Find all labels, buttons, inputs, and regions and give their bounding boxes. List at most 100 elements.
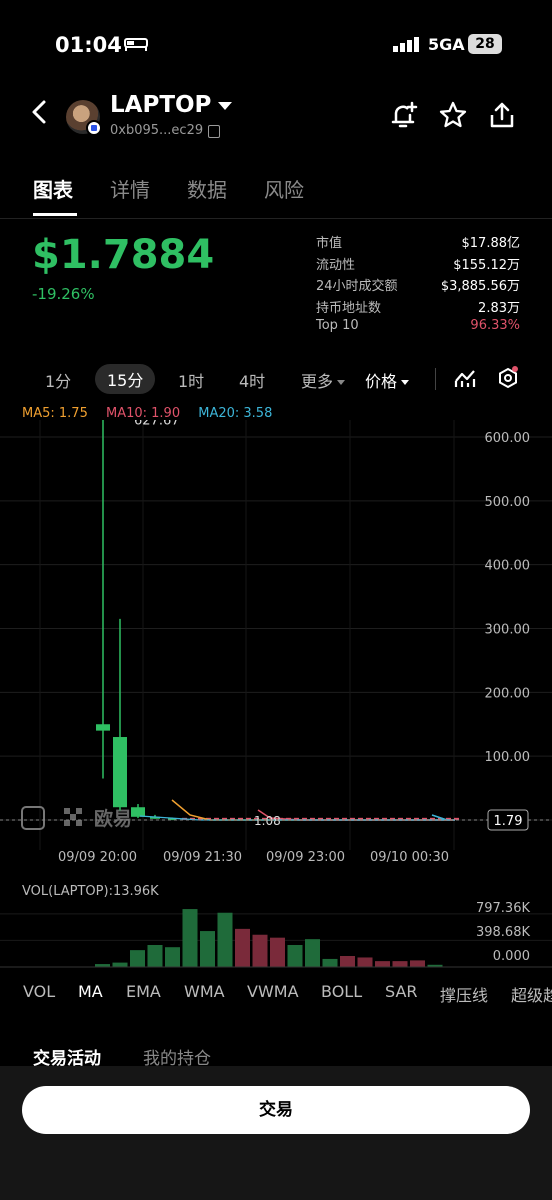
indicator-wma[interactable]: WMA xyxy=(184,982,225,1001)
token-stats: 市值 $17.88亿 流动性 $155.12万 24小时成交额 $3,885.56万 … xyxy=(316,232,520,340)
x-axis: 09/09 20:00 09/09 21:30 09/09 23:00 09/1… xyxy=(0,850,552,870)
volume-bar xyxy=(410,960,425,967)
ma5-value: MA5: 1.75 xyxy=(22,406,88,421)
stat-liquidity: 流动性 $155.12万 xyxy=(316,257,520,273)
indicator-sar[interactable]: SAR xyxy=(385,982,418,1001)
volume-bar xyxy=(235,928,250,967)
price-type-select[interactable]: 价格 xyxy=(365,368,410,392)
token-dropdown-icon[interactable] xyxy=(218,102,232,110)
ma-legend: MA5: 1.75 MA10: 1.90 MA20: 3.58 xyxy=(22,406,272,421)
favorite-star-icon[interactable] xyxy=(438,100,468,130)
indicator-boll[interactable]: BOLL xyxy=(321,982,362,1001)
current-price: $1.7884 xyxy=(32,232,215,278)
volume-bar xyxy=(182,909,198,967)
contract-address: 0xb095...ec29 xyxy=(110,123,204,138)
x-tick: 09/09 20:00 xyxy=(58,850,138,865)
high-price-label: 627.67 xyxy=(134,420,180,428)
interval-4h[interactable]: 4时 xyxy=(239,368,265,392)
indicator-tabs: VOL MA EMA WMA VWMA BOLL SAR 撑压线 超级趋 xyxy=(0,980,552,1010)
watermark-logo-block xyxy=(70,814,76,820)
status-bar: 01:04 5GA 28 xyxy=(0,30,552,60)
volume-chart[interactable]: 797.36K 398.68K 0.000 xyxy=(0,875,552,970)
volume-bar xyxy=(200,931,215,967)
price-alert-icon[interactable] xyxy=(388,100,418,130)
stat-top10: Top 10 96.33% xyxy=(316,318,520,333)
candle-body xyxy=(113,737,127,808)
volume-bar xyxy=(165,947,180,967)
token-header: LAPTOP 0xb095...ec29 xyxy=(0,90,552,140)
main-tabs: 图表 详情 数据 风险 xyxy=(0,168,552,219)
volume-bar xyxy=(147,945,163,967)
interval-more[interactable]: 更多 xyxy=(301,368,346,392)
x-tick: 09/09 21:30 xyxy=(163,850,243,865)
indicator-vol[interactable]: VOL xyxy=(23,982,55,1001)
okx-watermark: 欧易 xyxy=(21,806,132,830)
volume-bar xyxy=(305,939,320,967)
active-tab-indicator xyxy=(33,213,77,216)
back-arrow-icon[interactable] xyxy=(28,98,52,126)
indicator-ema[interactable]: EMA xyxy=(126,982,161,1001)
watermark-icon xyxy=(21,806,45,830)
token-name[interactable]: LAPTOP xyxy=(110,92,211,118)
volume-bar xyxy=(322,958,338,967)
copy-icon[interactable] xyxy=(208,125,220,138)
watermark-text: 欧易 xyxy=(94,807,132,830)
chain-badge-icon xyxy=(86,120,102,136)
sleep-mode-icon xyxy=(124,38,148,51)
tab-risk[interactable]: 风险 xyxy=(264,174,304,203)
x-tick: 09/09 23:00 xyxy=(266,850,346,865)
y-tick-label: 500.00 xyxy=(485,495,531,510)
candle-body xyxy=(96,724,110,731)
tab-chart[interactable]: 图表 xyxy=(33,174,73,203)
stat-holders: 持币地址数 2.83万 xyxy=(316,300,520,316)
indicator-ma[interactable]: MA xyxy=(78,982,103,1001)
share-icon[interactable] xyxy=(487,100,517,130)
interval-15m[interactable]: 15分 xyxy=(95,364,156,394)
volume-bar xyxy=(392,961,408,967)
volume-bar xyxy=(270,937,285,967)
volume-bar xyxy=(375,961,390,967)
tab-details[interactable]: 详情 xyxy=(110,174,150,203)
indicator-chart-icon[interactable] xyxy=(453,367,477,391)
y-tick-label: 200.00 xyxy=(485,686,531,701)
y-tick-label: 100.00 xyxy=(485,750,531,765)
trade-button[interactable]: 交易 xyxy=(22,1086,530,1134)
candle-body xyxy=(131,807,145,817)
tab-data[interactable]: 数据 xyxy=(187,174,227,203)
vol-tick-label: 398.68K xyxy=(476,925,530,940)
watermark-logo-block xyxy=(76,808,82,814)
chevron-down-icon xyxy=(401,380,410,385)
indicator-supertrend[interactable]: 超级趋 xyxy=(511,982,552,1006)
interval-1m[interactable]: 1分 xyxy=(45,368,71,392)
volume-bar xyxy=(357,957,373,967)
signal-icon xyxy=(393,37,419,52)
indicator-vwma[interactable]: VWMA xyxy=(247,982,299,1001)
watermark-logo-block xyxy=(64,820,70,826)
status-time: 01:04 xyxy=(55,33,122,57)
volume-bar xyxy=(130,950,145,967)
y-tick-label: 300.00 xyxy=(485,623,531,638)
volume-bar xyxy=(252,934,268,967)
volume-bar xyxy=(340,956,355,967)
chart-settings-icon[interactable] xyxy=(495,366,521,392)
battery-icon: 28 xyxy=(468,34,502,54)
vol-tick-label: 797.36K xyxy=(476,901,530,916)
vol-tick-label: 0.000 xyxy=(493,949,530,964)
volume-bar xyxy=(287,945,303,967)
volume-bar xyxy=(112,962,128,967)
ma20-value: MA20: 3.58 xyxy=(198,406,273,421)
stat-24h-volume: 24小时成交额 $3,885.56万 xyxy=(316,279,520,294)
x-tick: 09/10 00:30 xyxy=(370,850,450,865)
indicator-support-resistance[interactable]: 撑压线 xyxy=(440,982,488,1006)
price-change: -19.26% xyxy=(32,285,95,303)
candlestick-chart[interactable]: 600.00 500.00 400.00 300.00 200.00 100.00 欧易 62… xyxy=(0,420,552,850)
y-tick-label: 400.00 xyxy=(485,559,531,574)
chevron-down-icon xyxy=(337,380,346,385)
interval-1h[interactable]: 1时 xyxy=(178,368,204,392)
watermark-logo-block xyxy=(76,820,82,826)
low-price-label: 1.08 xyxy=(254,814,281,828)
y-tick-label: 600.00 xyxy=(485,431,531,446)
watermark-logo-block xyxy=(64,808,70,814)
stat-market-cap: 市值 $17.88亿 xyxy=(316,236,520,251)
volume-bar xyxy=(217,912,233,967)
